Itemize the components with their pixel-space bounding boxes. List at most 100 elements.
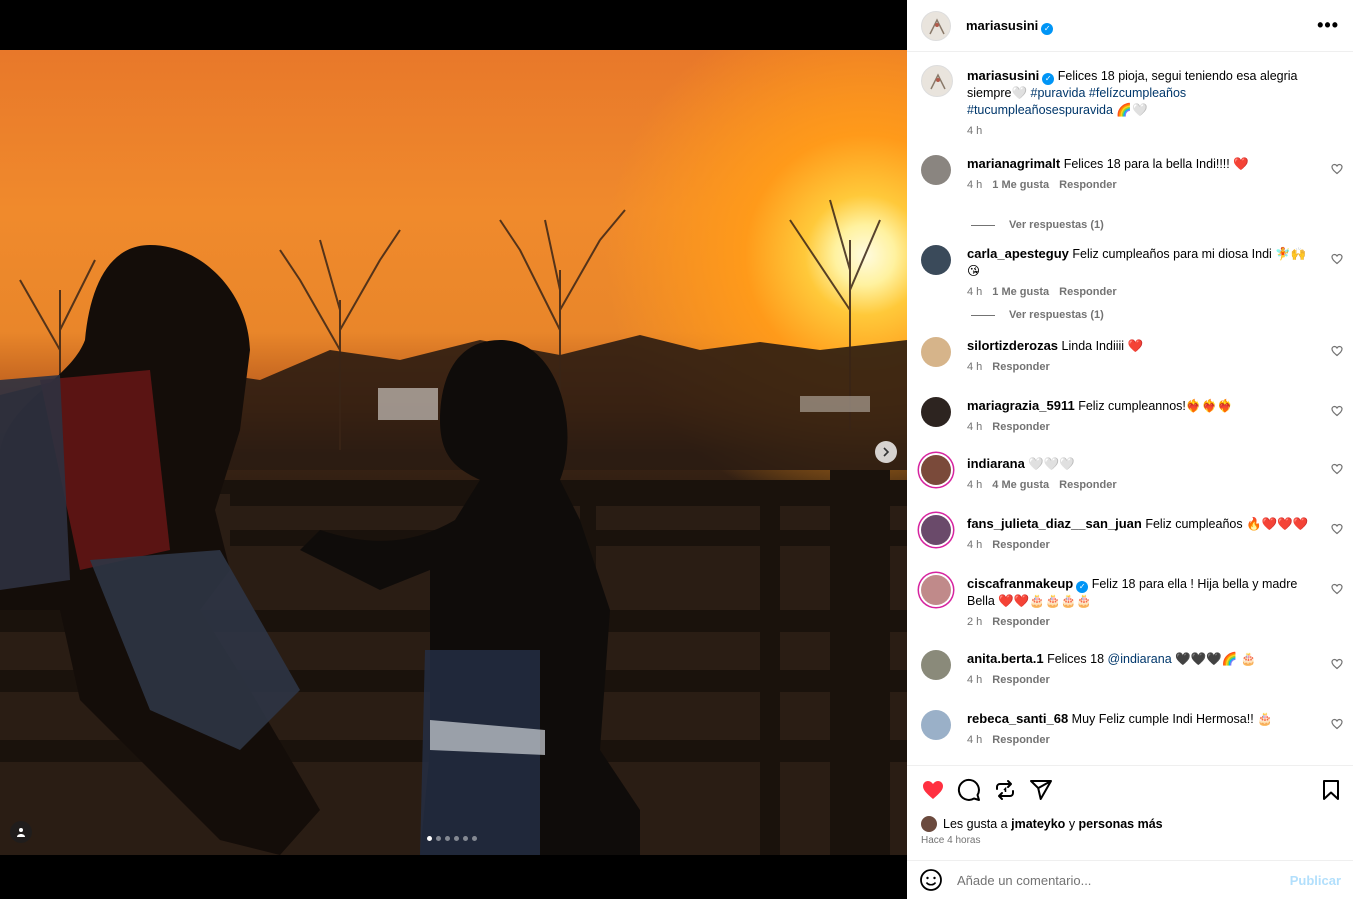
comment-time[interactable]: 4 h	[967, 674, 982, 686]
comment-time[interactable]: 4 h	[967, 421, 982, 433]
comment-text: Felices 18 para la bella Indi!!!! ❤️	[1063, 157, 1249, 171]
commenter-avatar[interactable]	[921, 155, 951, 185]
likes-joiner: y	[1068, 817, 1076, 831]
reply-button[interactable]: Responder	[992, 361, 1049, 373]
caption-tail: 🌈🤍	[1116, 103, 1148, 117]
comment-time[interactable]: 4 h	[967, 179, 982, 191]
comment-likes[interactable]: 1 Me gusta	[992, 179, 1049, 191]
comment-icon[interactable]	[957, 778, 981, 802]
commenter-avatar[interactable]	[921, 455, 951, 485]
comment-time[interactable]: 2 h	[967, 616, 982, 628]
instagram-post-view: mariasusini ✓ ••• mariasusini ✓ Felices 18…	[0, 0, 1353, 899]
comment-meta: 4 h 4 Me gusta Responder	[967, 477, 1319, 494]
commenter-avatar[interactable]	[921, 245, 951, 275]
comment-like-heart-icon[interactable]	[1331, 658, 1343, 670]
comment-body: carla_apesteguy Feliz cumpleaños para mi…	[967, 245, 1319, 301]
view-replies-link[interactable]: Ver respuestas (1)	[971, 309, 1104, 321]
comment-meta: 4 h 1 Me gusta Responder	[967, 284, 1319, 301]
tagged-users-button[interactable]	[10, 821, 32, 843]
commenter-username[interactable]: marianagrimalt	[967, 156, 1060, 171]
author-avatar[interactable]	[921, 10, 951, 41]
reply-button[interactable]: Responder	[1059, 479, 1116, 491]
caption-avatar[interactable]	[921, 65, 953, 97]
post-side-panel: mariasusini ✓ ••• mariasusini ✓ Felices 18…	[907, 0, 1353, 899]
comment-like-heart-icon[interactable]	[1331, 405, 1343, 417]
author-username[interactable]: mariasusini	[966, 18, 1038, 33]
carousel-dot	[472, 836, 477, 841]
comment-text: Feliz cumpleannos!❤️‍🔥❤️‍🔥❤️‍🔥	[1078, 399, 1233, 413]
comment-text: Linda Indiiii ❤️	[1061, 339, 1144, 353]
comment-like-heart-icon[interactable]	[1331, 463, 1343, 475]
repost-icon[interactable]	[993, 778, 1017, 802]
commenter-avatar[interactable]	[921, 397, 951, 427]
reply-button[interactable]: Responder	[1059, 286, 1116, 298]
replies-divider	[971, 314, 995, 316]
comment-mention[interactable]: @indiarana	[1108, 652, 1172, 666]
comments-list: mariasusini ✓ Felices 18 pioja, segui ten…	[907, 53, 1353, 765]
comment-time[interactable]: 4 h	[967, 361, 982, 373]
comment-meta: 4 h 1 Me gusta Responder	[967, 177, 1319, 194]
commenter-username[interactable]: fans_julieta_diaz__san_juan	[967, 516, 1142, 531]
caption-time: 4 h	[967, 125, 983, 137]
publish-button[interactable]: Publicar	[1290, 873, 1341, 888]
comment-text: Felices 18	[1047, 652, 1108, 666]
comment-like-heart-icon[interactable]	[1331, 163, 1343, 175]
comment-like-heart-icon[interactable]	[1331, 583, 1343, 595]
commenter-username[interactable]: indiarana	[967, 456, 1025, 471]
reply-button[interactable]: Responder	[1059, 179, 1116, 191]
commenter-avatar[interactable]	[921, 337, 951, 367]
post-timestamp[interactable]: Hace 4 horas	[921, 835, 980, 846]
comment-likes[interactable]: 1 Me gusta	[992, 286, 1049, 298]
commenter-username[interactable]: carla_apesteguy	[967, 246, 1069, 261]
commenter-username[interactable]: rebeca_santi_68	[967, 711, 1068, 726]
commenter-username[interactable]: silortizderozas	[967, 338, 1058, 353]
comment-time[interactable]: 4 h	[967, 734, 982, 746]
caption-username[interactable]: mariasusini	[967, 68, 1039, 83]
comment-like-heart-icon[interactable]	[1331, 718, 1343, 730]
liked-by-user[interactable]: jmateyko	[1011, 817, 1065, 831]
reply-button[interactable]: Responder	[992, 674, 1049, 686]
reply-button[interactable]: Responder	[992, 539, 1049, 551]
like-heart-filled-icon[interactable]	[921, 778, 945, 802]
comment-time[interactable]: 4 h	[967, 286, 982, 298]
carousel-next-button[interactable]	[875, 441, 897, 463]
view-replies-label: Ver respuestas (1)	[1009, 309, 1104, 321]
replies-divider	[971, 224, 995, 226]
commenter-avatar[interactable]	[921, 650, 951, 680]
liker-avatar[interactable]	[921, 816, 937, 832]
emoji-icon[interactable]	[919, 868, 943, 892]
comment-text-tail: 🖤🖤🖤🌈 🎂	[1171, 652, 1257, 666]
comment-body: mariagrazia_5911 Feliz cumpleannos!❤️‍🔥❤…	[967, 397, 1319, 436]
save-bookmark-icon[interactable]	[1319, 778, 1343, 802]
reply-button[interactable]: Responder	[992, 421, 1049, 433]
commenter-username[interactable]: ciscafranmakeup	[967, 576, 1073, 591]
reply-button[interactable]: Responder	[992, 616, 1049, 628]
reply-button[interactable]: Responder	[992, 734, 1049, 746]
comment-meta: 4 h Responder	[967, 419, 1319, 436]
view-replies-label: Ver respuestas (1)	[1009, 219, 1104, 231]
likes-prefix: Les gusta a	[943, 817, 1008, 831]
share-send-icon[interactable]	[1029, 778, 1053, 802]
commenter-avatar[interactable]	[921, 710, 951, 740]
comment-like-heart-icon[interactable]	[1331, 345, 1343, 357]
commenter-avatar[interactable]	[921, 515, 951, 545]
view-replies-link[interactable]: Ver respuestas (1)	[971, 219, 1104, 231]
commenter-username[interactable]: mariagrazia_5911	[967, 398, 1075, 413]
verified-badge-icon: ✓	[1042, 73, 1055, 85]
likes-summary: Les gusta a jmateyko y personas más	[921, 816, 1163, 832]
commenter-username[interactable]: anita.berta.1	[967, 651, 1044, 666]
comment-time[interactable]: 4 h	[967, 539, 982, 551]
comment-input[interactable]	[957, 872, 1290, 888]
comment-body: fans_julieta_diaz__san_juan Feliz cumple…	[967, 515, 1319, 554]
photo-scene	[0, 199, 907, 855]
comment-like-heart-icon[interactable]	[1331, 523, 1343, 535]
comment-body: silortizderozas Linda Indiiii ❤️ 4 h Respo…	[967, 337, 1319, 376]
likes-others-link[interactable]: personas más	[1079, 817, 1163, 831]
comment-like-heart-icon[interactable]	[1331, 253, 1343, 265]
comment-meta: 4 h Responder	[967, 732, 1319, 749]
comment-likes[interactable]: 4 Me gusta	[992, 479, 1049, 491]
comment-time[interactable]: 4 h	[967, 479, 982, 491]
more-options-button[interactable]: •••	[1317, 15, 1339, 36]
post-header: mariasusini ✓ •••	[907, 0, 1353, 52]
commenter-avatar[interactable]	[921, 575, 951, 605]
